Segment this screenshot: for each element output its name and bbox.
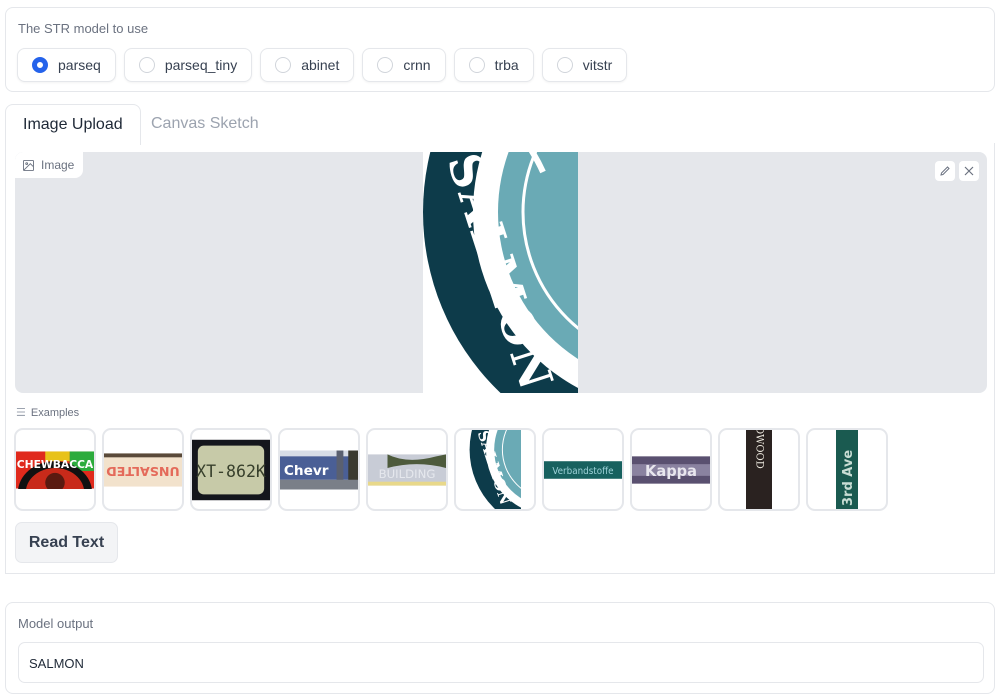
pencil-icon xyxy=(940,166,950,176)
radio-label: trba xyxy=(494,57,519,73)
radio-label: parseq xyxy=(58,57,101,73)
example-building[interactable]: BUILDING xyxy=(366,428,448,511)
radio-option-parseq-tiny[interactable]: parseq_tiny xyxy=(123,48,253,82)
tab-image-upload[interactable]: Image Upload xyxy=(5,104,141,145)
example-chewbacca[interactable]: CHEWBACCA xyxy=(14,428,96,511)
salmon-logo-image: SALMON xyxy=(423,152,578,393)
model-selector-block: The STR model to use parseq parseq_tiny … xyxy=(5,7,995,92)
model-radio-group: parseq parseq_tiny abinet crnn trba vits… xyxy=(17,48,628,82)
read-text-button[interactable]: Read Text xyxy=(15,522,118,563)
svg-text:Chevr: Chevr xyxy=(284,462,329,478)
example-redwood[interactable]: REDWOOD xyxy=(718,428,800,511)
svg-text:CHEWBACCA: CHEWBACCA xyxy=(17,458,94,471)
radio-unchecked-icon[interactable] xyxy=(275,57,292,73)
radio-label: vitstr xyxy=(582,57,613,73)
tab-canvas-sketch[interactable]: Canvas Sketch xyxy=(134,104,276,144)
examples-label: ☰ Examples xyxy=(16,406,80,420)
image-upload-panel: Image SALMON ☰ Examples CHEWBACCA UNSALT… xyxy=(5,143,995,574)
example-chevron[interactable]: Chevr xyxy=(278,428,360,511)
radio-option-crnn[interactable]: crnn xyxy=(362,48,446,82)
examples-gallery: CHEWBACCA UNSALTED XT-862K Chevr BUILDIN… xyxy=(14,428,888,511)
svg-text:3rd Ave: 3rd Ave xyxy=(841,450,856,506)
close-icon xyxy=(964,166,974,176)
radio-label: crnn xyxy=(403,57,431,73)
image-icon xyxy=(23,159,34,171)
example-unsalted[interactable]: UNSALTED xyxy=(102,428,184,511)
svg-text:XT-862K: XT-862K xyxy=(196,461,266,480)
model-output-label: Model output xyxy=(18,616,94,631)
example-license-plate[interactable]: XT-862K xyxy=(190,428,272,511)
example-verbandstoffe[interactable]: Verbandstoffe xyxy=(542,428,624,511)
clear-image-button[interactable] xyxy=(959,161,979,181)
radio-unchecked-icon[interactable] xyxy=(468,57,485,73)
model-output-block: Model output SALMON xyxy=(5,602,995,694)
radio-unchecked-icon[interactable] xyxy=(138,57,155,73)
svg-text:Kappa: Kappa xyxy=(645,462,697,479)
model-selector-label: The STR model to use xyxy=(18,21,149,36)
radio-option-trba[interactable]: trba xyxy=(453,48,534,82)
radio-option-parseq[interactable]: parseq xyxy=(17,48,116,82)
model-output-textbox[interactable]: SALMON xyxy=(18,642,984,683)
svg-text:REDWOOD: REDWOOD xyxy=(754,430,765,469)
radio-label: abinet xyxy=(301,57,340,73)
edit-button[interactable] xyxy=(935,161,955,181)
radio-option-abinet[interactable]: abinet xyxy=(260,48,355,82)
list-icon: ☰ xyxy=(16,407,26,419)
image-input[interactable]: Image SALMON xyxy=(15,152,987,393)
input-tabs: Image Upload Canvas Sketch xyxy=(5,104,995,145)
svg-text:BUILDING: BUILDING xyxy=(379,466,436,480)
image-badge: Image xyxy=(15,152,84,178)
image-actions xyxy=(935,161,979,181)
svg-text:UNSALTED: UNSALTED xyxy=(106,464,180,479)
example-salmon[interactable]: SALMON xyxy=(454,428,536,511)
uploaded-image: SALMON xyxy=(423,152,578,393)
radio-unchecked-icon[interactable] xyxy=(377,57,394,73)
example-3rd-ave[interactable]: 3rd Ave xyxy=(806,428,888,511)
image-badge-label: Image xyxy=(41,158,75,172)
example-kappa[interactable]: Kappa xyxy=(630,428,712,511)
radio-label: parseq_tiny xyxy=(164,57,238,73)
radio-checked-icon[interactable] xyxy=(32,57,48,73)
radio-option-vitstr[interactable]: vitstr xyxy=(541,48,628,82)
radio-unchecked-icon[interactable] xyxy=(556,57,573,73)
svg-text:Verbandstoffe: Verbandstoffe xyxy=(552,465,613,476)
